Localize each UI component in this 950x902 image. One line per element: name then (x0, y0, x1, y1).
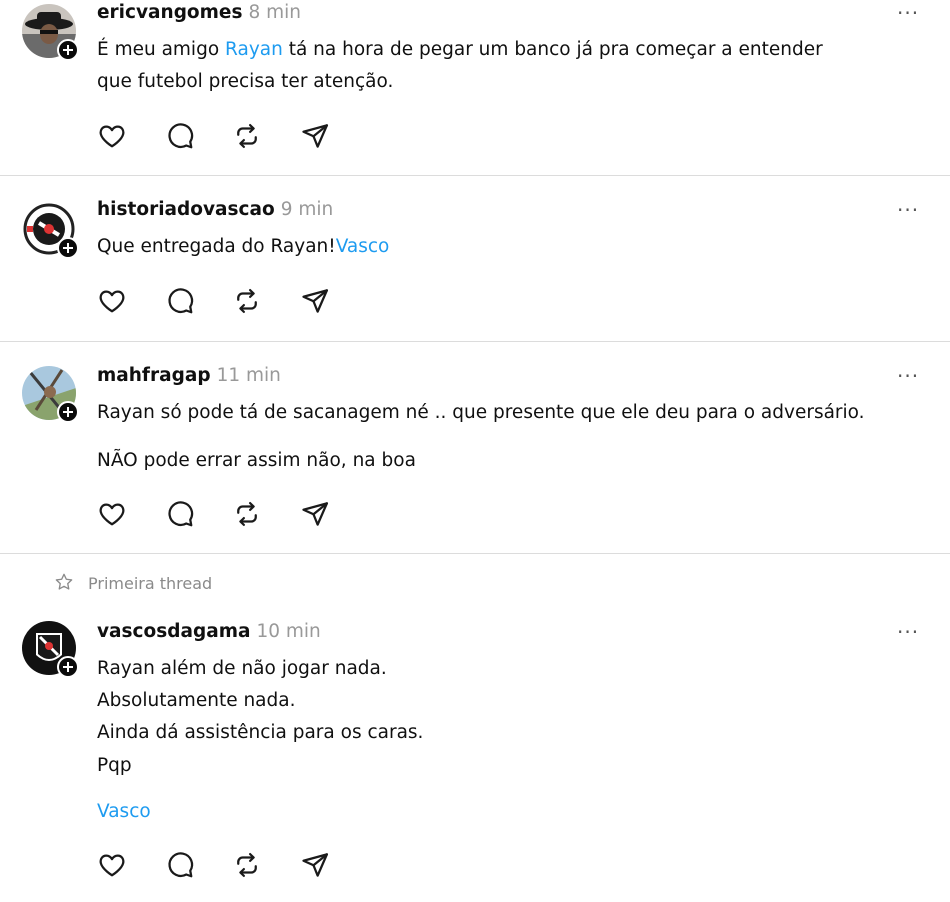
follow-plus-icon[interactable] (57, 39, 79, 61)
post-time[interactable]: 8 min (248, 2, 301, 23)
heart-icon[interactable] (97, 850, 127, 880)
pinned-text: Primeira thread (88, 574, 213, 593)
pinned-label: Primeira thread (54, 572, 212, 593)
post-time[interactable]: 9 min (281, 199, 334, 220)
post-text-line: que futebol precisa ter atenção. (97, 71, 394, 92)
divider (0, 341, 950, 342)
post-text-line: Pqp (97, 755, 132, 776)
post-text-line: Rayan além de não jogar nada. (97, 658, 387, 679)
username[interactable]: vascosdagama (97, 621, 250, 642)
avatar[interactable] (22, 621, 79, 678)
heart-icon[interactable] (97, 121, 127, 151)
follow-plus-icon[interactable] (57, 656, 79, 678)
send-icon[interactable] (300, 850, 330, 880)
post-text-line: Ainda dá assistência para os caras. (97, 722, 424, 743)
tag-link[interactable]: Vasco (336, 236, 390, 257)
star-icon (54, 572, 74, 592)
follow-plus-icon[interactable] (57, 237, 79, 259)
post-header: ericvangomes 8 min (97, 2, 301, 23)
send-icon[interactable] (300, 286, 330, 316)
post-header: historiadovascao 9 min (97, 199, 333, 220)
more-options-icon[interactable]: ··· (897, 198, 919, 222)
heart-icon[interactable] (97, 499, 127, 529)
username[interactable]: ericvangomes (97, 2, 242, 23)
post-text: NÃO pode errar assim não, na boa (97, 450, 416, 471)
repost-icon[interactable] (232, 850, 262, 880)
heart-icon[interactable] (97, 286, 127, 316)
post-header: vascosdagama 10 min (97, 621, 321, 642)
post-header: mahfragap 11 min (97, 365, 281, 386)
send-icon[interactable] (300, 499, 330, 529)
post-time[interactable]: 11 min (217, 365, 281, 386)
username[interactable]: historiadovascao (97, 199, 275, 220)
avatar[interactable] (22, 202, 79, 259)
post-text-segment: É meu amigo (97, 39, 226, 60)
avatar[interactable] (22, 4, 79, 61)
divider (0, 175, 950, 176)
more-options-icon[interactable]: ··· (897, 1, 919, 25)
repost-icon[interactable] (232, 286, 262, 316)
more-options-icon[interactable]: ··· (897, 620, 919, 644)
more-options-icon[interactable]: ··· (897, 364, 919, 388)
post-text-segment: tá na hora de pegar um banco já pra come… (282, 39, 823, 60)
post-text: Rayan só pode tá de sacanagem né .. que … (97, 402, 865, 423)
divider (0, 553, 950, 554)
post-text: Que entregada do Rayan!Vasco (97, 231, 389, 263)
comment-icon[interactable] (165, 850, 195, 880)
comment-icon[interactable] (165, 499, 195, 529)
tag-link[interactable]: Vasco (97, 796, 151, 828)
follow-plus-icon[interactable] (57, 401, 79, 423)
post-time[interactable]: 10 min (256, 621, 320, 642)
post-text-segment: Que entregada do Rayan! (97, 236, 336, 257)
username[interactable]: mahfragap (97, 365, 211, 386)
post-text-line: Absolutamente nada. (97, 690, 296, 711)
comment-icon[interactable] (165, 286, 195, 316)
mention-link[interactable]: Rayan (225, 39, 283, 60)
avatar[interactable] (22, 366, 79, 423)
post-text: É meu amigo Rayan tá na hora de pegar um… (97, 34, 823, 66)
send-icon[interactable] (300, 121, 330, 151)
repost-icon[interactable] (232, 499, 262, 529)
comment-icon[interactable] (165, 121, 195, 151)
repost-icon[interactable] (232, 121, 262, 151)
